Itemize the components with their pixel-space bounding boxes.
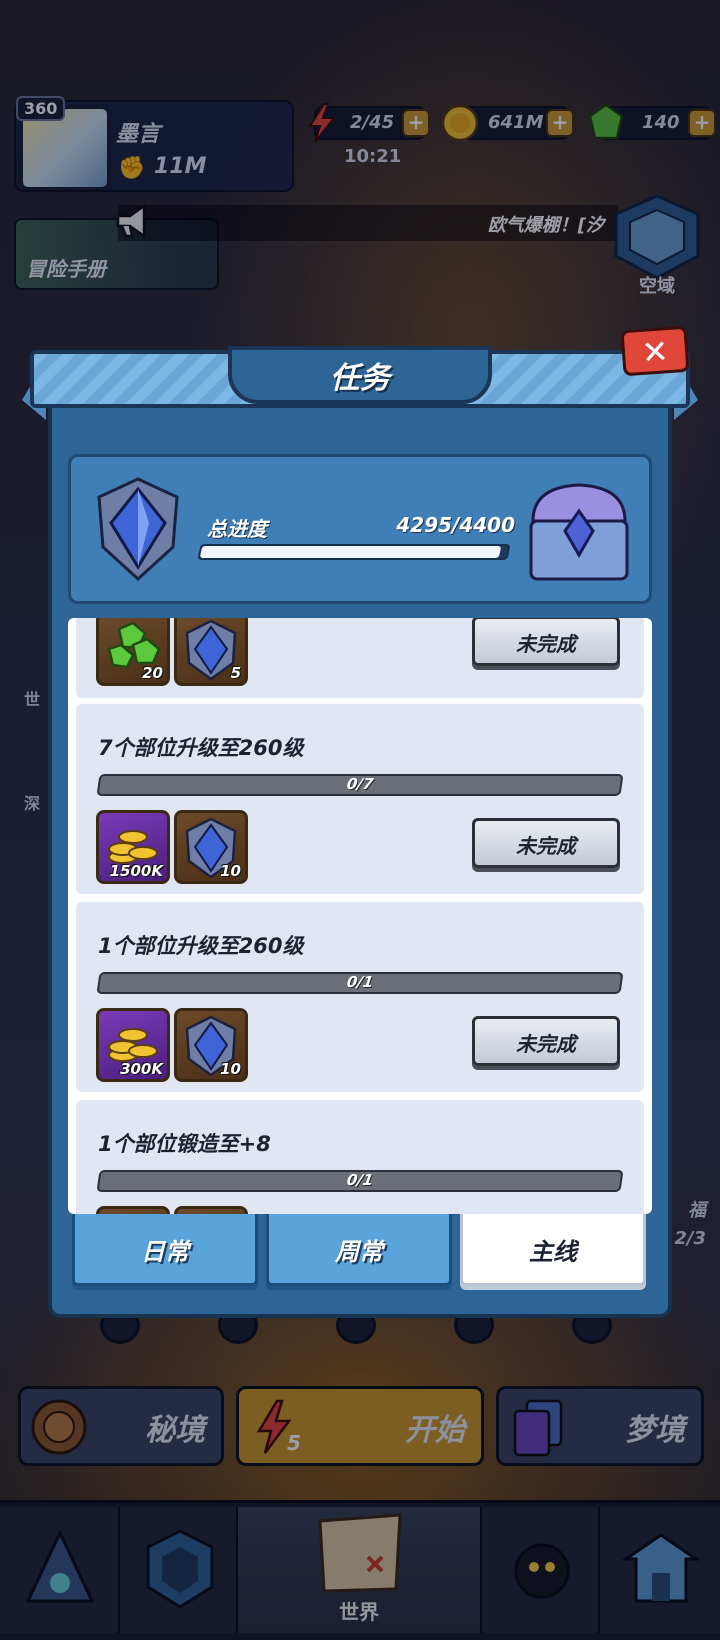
task-progress-text: 0/1 (345, 1171, 375, 1189)
task-status-button[interactable]: 未完成 (472, 1016, 620, 1066)
total-progress-bar (197, 544, 511, 560)
reward-slot[interactable]: 20 (96, 618, 170, 686)
reward-slot[interactable] (96, 1206, 170, 1214)
task-list[interactable]: 20 5 未完成 7个部位升级至260级 0/7 1500K 10 未完成 1个… (68, 618, 652, 1214)
reward-slot[interactable]: 10 (174, 810, 248, 884)
total-progress-panel: 总进度 4295/4400 (68, 454, 652, 604)
task-card: 1个部位锻造至+8 0/1 (76, 1100, 644, 1214)
task-card: 1个部位升级至260级 0/1 300K 10 未完成 (76, 902, 644, 1092)
close-icon: ✕ (640, 332, 670, 372)
total-progress-label: 总进度 (207, 517, 267, 541)
task-status-button[interactable]: 未完成 (472, 818, 620, 868)
task-card: 20 5 未完成 (76, 618, 644, 698)
task-status-button[interactable]: 未完成 (472, 618, 620, 666)
task-status-label: 未完成 (516, 834, 576, 858)
reward-amount: 10 (220, 862, 241, 880)
reward-amount: 300K (120, 1060, 163, 1078)
task-title: 1个部位升级至260级 (98, 934, 304, 958)
task-status-label: 未完成 (516, 1032, 576, 1056)
task-progress-bar: 0/7 (96, 774, 624, 796)
close-button[interactable]: ✕ (620, 325, 690, 377)
task-title: 1个部位锻造至+8 (98, 1132, 271, 1156)
total-progress-value: 4295/4400 (396, 513, 515, 537)
total-progress-fill (199, 546, 501, 558)
reward-amount: 10 (220, 1060, 241, 1078)
task-progress-text: 0/1 (345, 973, 375, 991)
task-status-label: 未完成 (516, 632, 576, 656)
reward-slot[interactable]: 300K (96, 1008, 170, 1082)
tab-label: 主线 (529, 1238, 577, 1266)
task-progress-bar: 0/1 (96, 972, 624, 994)
reward-slot[interactable]: 1500K (96, 810, 170, 884)
task-title: 7个部位升级至260级 (98, 736, 304, 760)
tab-main-story[interactable]: 主线 (460, 1214, 646, 1286)
tab-weekly[interactable]: 周常 (266, 1214, 452, 1286)
quest-tabs: 日常 周常 主线 (72, 1214, 648, 1286)
tab-label: 周常 (335, 1238, 383, 1266)
tab-daily[interactable]: 日常 (72, 1214, 258, 1286)
reward-amount: 5 (230, 664, 241, 682)
reward-amount: 20 (142, 664, 163, 682)
tab-label: 日常 (141, 1238, 189, 1266)
reward-amount: 1500K (109, 862, 163, 880)
reward-slot[interactable] (174, 1206, 248, 1214)
treasure-chest-icon[interactable] (523, 475, 635, 587)
reward-slot[interactable]: 5 (174, 618, 248, 686)
crystal-badge-icon (97, 477, 179, 582)
task-card: 7个部位升级至260级 0/7 1500K 10 未完成 (76, 704, 644, 894)
reward-slot[interactable]: 10 (174, 1008, 248, 1082)
dialog-title: 任务 (330, 361, 390, 396)
task-progress-text: 0/7 (345, 775, 375, 793)
task-progress-bar: 0/1 (96, 1170, 624, 1192)
